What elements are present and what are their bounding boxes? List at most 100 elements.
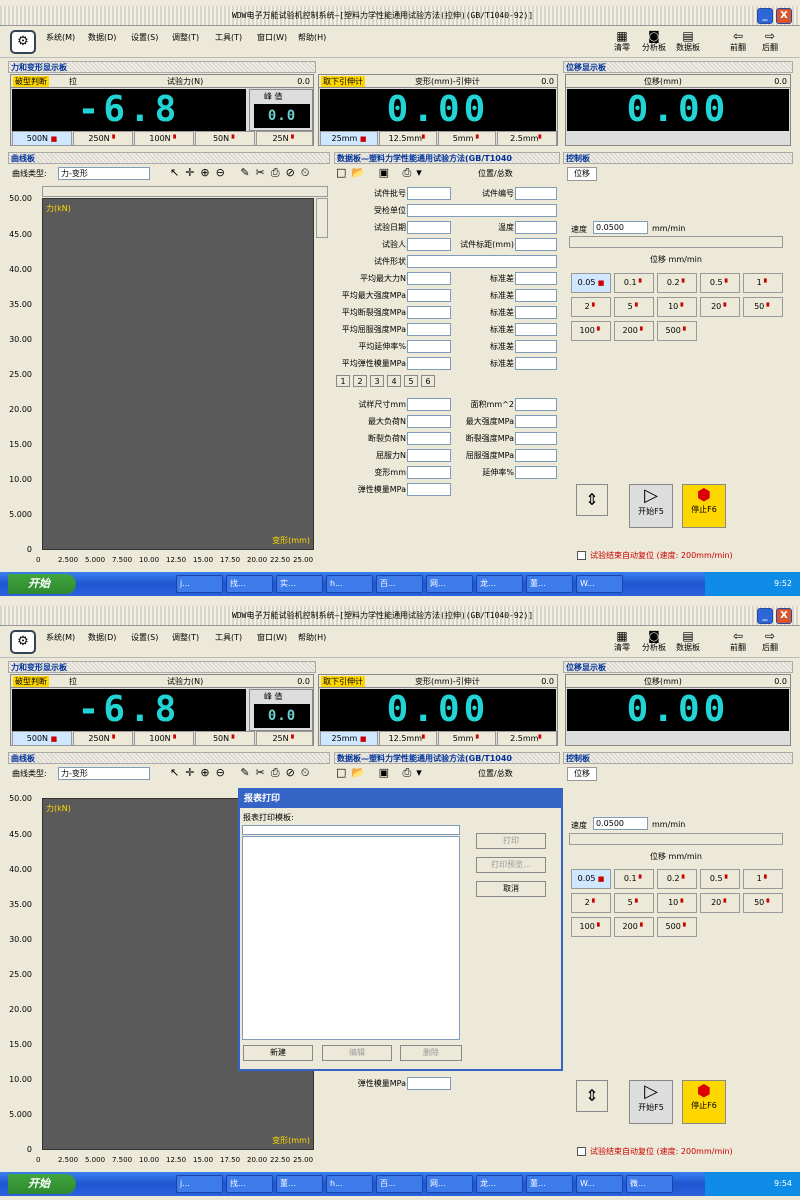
tab-displacement[interactable]: 位移 [567,167,597,181]
speed-button[interactable]: 5 ▘ [614,297,654,317]
taskbar-task[interactable]: 百... [376,575,423,593]
menu-help[interactable]: 帮助(H) [298,632,326,643]
close-button[interactable]: X [776,608,792,624]
range-100n[interactable]: 100N ▘ [134,131,194,146]
range-100n[interactable]: 100N ▘ [134,731,194,746]
taskbar-task[interactable]: 董... [276,1175,323,1193]
range-5mm[interactable]: 5mm ▘ [438,131,496,146]
speed-button[interactable]: 10 ▘ [657,297,697,317]
analysis-button[interactable]: ◙ 分析板 [638,630,670,653]
taskbar-task[interactable]: W... [576,1175,623,1193]
speed-button[interactable]: 1 ▘ [743,273,783,293]
menu-data[interactable]: 数据(D) [88,32,116,43]
template-input[interactable] [242,825,460,835]
speed-button[interactable]: 2 ▘ [571,297,611,317]
field-input[interactable] [515,323,557,336]
field-input[interactable] [407,204,557,217]
next-button[interactable]: ⇨ 后翻 [754,630,786,653]
speed-button[interactable]: 50 ▘ [743,297,783,317]
stop-button[interactable]: ⬢ 停止F6 [682,1080,726,1124]
range-12-5mm[interactable]: 12.5mm▘ [379,131,437,146]
taskbar-task[interactable]: 网... [426,1175,473,1193]
taskbar-task[interactable]: 龙... [476,575,523,593]
data-toolbar-icons[interactable]: □📂 ▣ ⎙▾ [336,766,427,780]
specimen-input[interactable] [407,449,451,462]
field-input[interactable] [407,357,451,370]
curve-type-select[interactable]: 力-变形 [58,167,150,180]
taskbar-task[interactable]: 找... [226,575,273,593]
curve-type-select[interactable]: 力-变形 [58,767,150,780]
prev-button[interactable]: ⇦ 前翻 [722,30,754,53]
speed-input[interactable]: 0.0500 [593,221,648,234]
prev-button[interactable]: ⇦ 前翻 [722,630,754,653]
menu-adjust[interactable]: 调整(T) [172,32,199,43]
data-panel-button[interactable]: ▤ 数据板 [672,30,704,53]
speed-button[interactable]: 0.05 ■ [571,869,611,889]
menu-window[interactable]: 窗口(W) [257,632,287,643]
specimen-input[interactable] [515,432,557,445]
speed-button[interactable]: 0.1 ▘ [614,869,654,889]
speed-button[interactable]: 10 ▘ [657,893,697,913]
speed-button[interactable]: 2 ▘ [571,893,611,913]
auto-reset-checkbox[interactable] [577,551,586,560]
range-250n[interactable]: 250N ▘ [73,131,133,146]
menu-window[interactable]: 窗口(W) [257,32,287,43]
speed-slider[interactable] [569,833,783,845]
specimen-input[interactable] [407,432,451,445]
specimen-input[interactable] [407,466,451,479]
stop-button[interactable]: ⬢ 停止F6 [682,484,726,528]
menu-adjust[interactable]: 调整(T) [172,632,199,643]
range-5mm[interactable]: 5mm ▘ [438,731,496,746]
range-25mm[interactable]: 25mm ■ [320,131,378,146]
speed-button[interactable]: 0.5 ▘ [700,273,740,293]
speed-button[interactable]: 20 ▘ [700,297,740,317]
speed-button[interactable]: 1 ▘ [743,869,783,889]
field-input[interactable] [407,306,451,319]
speed-button[interactable]: 0.05 ■ [571,273,611,293]
app-icon[interactable]: ⚙ [10,30,36,54]
auto-reset-checkbox[interactable] [577,1147,586,1156]
taskbar-task[interactable]: 实... [276,575,323,593]
range-50n[interactable]: 50N ▘ [195,731,255,746]
cancel-button[interactable]: 取消 [476,881,546,897]
speed-button[interactable]: 0.2 ▘ [657,869,697,889]
field-input[interactable] [515,187,557,200]
curve-plot-area[interactable]: 力(kN) 变形(mm) [42,198,314,550]
speed-input[interactable]: 0.0500 [593,817,648,830]
field-input[interactable] [407,340,451,353]
curve-toolbar-icons[interactable]: ↖✛⊕⊖ ✎✂⎙⊘⏲ [170,766,315,780]
menu-settings[interactable]: 设置(S) [131,32,158,43]
field-input[interactable] [515,340,557,353]
menu-settings[interactable]: 设置(S) [131,632,158,643]
field-input[interactable] [407,323,451,336]
clear-button[interactable]: ▦ 清零 [606,630,638,653]
minimize-button[interactable]: _ [757,8,773,24]
range-2-5mm[interactable]: 2.5mm▘ [497,131,557,146]
close-button[interactable]: X [776,8,792,24]
range-25n[interactable]: 25N ▘ [256,131,313,146]
modulus-field[interactable] [407,1077,451,1090]
menu-system[interactable]: 系统(M) [46,632,75,643]
specimen-input[interactable] [407,415,451,428]
field-input[interactable] [515,357,557,370]
range-12-5mm[interactable]: 12.5mm▘ [379,731,437,746]
curve-hscroll[interactable] [42,186,328,197]
speed-button[interactable]: 0.2 ▘ [657,273,697,293]
jog-button[interactable]: ⇕ [576,484,608,516]
curve-vscroll[interactable] [316,198,328,238]
taskbar-task[interactable]: h... [326,1175,373,1193]
tab-displacement[interactable]: 位移 [567,767,597,781]
taskbar-task[interactable]: 董... [526,1175,573,1193]
start-menu-button[interactable]: 开始 [8,574,76,594]
field-input[interactable] [407,289,451,302]
print-preview-button[interactable]: 打印预览... [476,857,546,873]
field-input[interactable] [407,187,451,200]
menu-help[interactable]: 帮助(H) [298,32,326,43]
start-button[interactable]: ▷ 开始F5 [629,484,673,528]
specimen-input[interactable] [407,483,451,496]
new-button[interactable]: 新建 [243,1045,313,1061]
taskbar-task[interactable]: 网... [426,575,473,593]
data-toolbar-icons[interactable]: □📂 ▣ ⎙▾ [336,166,427,180]
curve-toolbar-icons[interactable]: ↖✛⊕⊖ ✎✂⎙⊘⏲ [170,166,315,180]
speed-button[interactable]: 5 ▘ [614,893,654,913]
